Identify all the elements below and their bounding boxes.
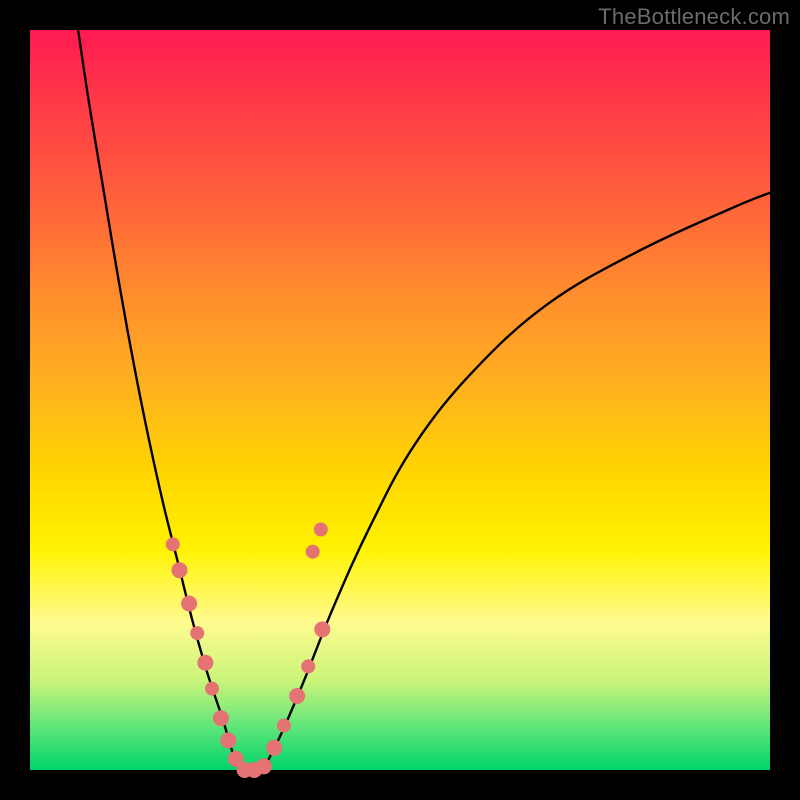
data-marker — [277, 719, 291, 733]
data-marker — [205, 682, 219, 696]
data-marker — [306, 545, 320, 559]
data-marker — [166, 537, 180, 551]
data-marker — [213, 710, 229, 726]
data-marker — [314, 621, 330, 637]
data-marker — [190, 626, 204, 640]
data-marker — [289, 688, 305, 704]
data-marker — [301, 659, 315, 673]
plot-area — [30, 30, 770, 770]
data-marker — [314, 523, 328, 537]
chart-frame: TheBottleneck.com — [0, 0, 800, 800]
data-marker — [266, 740, 282, 756]
data-marker — [197, 655, 213, 671]
bottleneck-curve — [78, 30, 770, 773]
plot-svg — [30, 30, 770, 770]
data-marker — [171, 562, 187, 578]
data-markers — [166, 523, 330, 779]
data-marker — [220, 732, 236, 748]
data-marker — [181, 596, 197, 612]
data-marker — [256, 758, 272, 774]
watermark-text: TheBottleneck.com — [598, 4, 790, 30]
